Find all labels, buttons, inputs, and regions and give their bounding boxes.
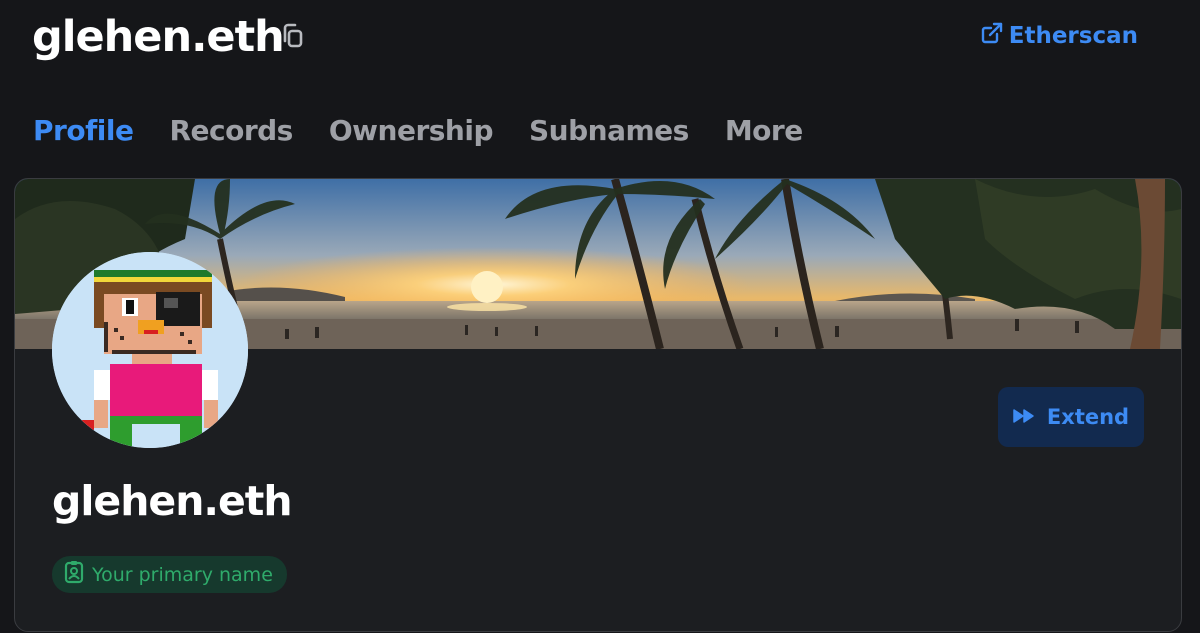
profile-name: glehen.eth [52, 477, 293, 525]
id-badge-icon [64, 560, 84, 589]
tab-ownership[interactable]: Ownership [329, 114, 494, 147]
etherscan-label: Etherscan [1008, 23, 1138, 49]
page-title: glehen.eth [32, 12, 285, 62]
fast-forward-icon [1013, 405, 1035, 429]
avatar [52, 252, 248, 448]
external-link-icon [981, 22, 1003, 50]
tab-subnames[interactable]: Subnames [529, 114, 689, 147]
extend-label: Extend [1046, 405, 1130, 429]
copy-icon[interactable] [280, 22, 308, 52]
tab-profile[interactable]: Profile [33, 114, 134, 147]
profile-card: Extend glehen.eth Your primary name [14, 178, 1182, 632]
tab-records[interactable]: Records [169, 114, 293, 147]
primary-badge-label: Your primary name [92, 563, 273, 586]
primary-name-badge: Your primary name [52, 556, 287, 593]
tab-more[interactable]: More [725, 114, 803, 147]
tab-bar: Profile Records Ownership Subnames More [33, 114, 803, 147]
ens-profile-page: glehen.eth Etherscan Profile Records Own… [0, 0, 1200, 633]
etherscan-link[interactable]: Etherscan [981, 22, 1138, 50]
extend-button[interactable]: Extend [998, 387, 1144, 447]
